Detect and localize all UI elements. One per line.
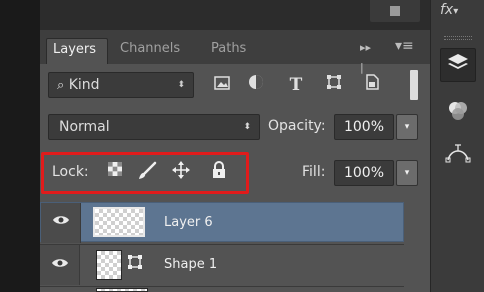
fill-label: Fill: bbox=[302, 164, 326, 180]
top-panel-marker bbox=[390, 6, 400, 16]
layer-name[interactable]: Layer 6 bbox=[164, 215, 213, 230]
workspace-background bbox=[0, 0, 40, 292]
paths-panel-icon[interactable] bbox=[440, 140, 476, 174]
panel-menu-icon[interactable]: ▾≡ bbox=[395, 36, 423, 56]
opacity-label: Opacity: bbox=[268, 118, 326, 134]
filter-toggle-switch[interactable] bbox=[410, 70, 418, 100]
type-filter-icon[interactable]: T bbox=[284, 74, 308, 96]
layer-thumbnail[interactable] bbox=[96, 288, 148, 292]
blend-mode-select[interactable]: Normal ⬍ bbox=[48, 114, 260, 140]
tab-channels[interactable]: Channels bbox=[114, 38, 200, 64]
fx-label: fx bbox=[440, 2, 454, 18]
shape-filter-icon[interactable] bbox=[322, 74, 346, 96]
filter-kind-select[interactable]: ⌕ Kind ⬍ bbox=[48, 72, 194, 98]
visibility-eye-icon[interactable] bbox=[50, 214, 72, 230]
visibility-eye-icon[interactable] bbox=[49, 257, 71, 273]
opacity-input[interactable]: 100% bbox=[334, 114, 394, 140]
channels-panel-icon[interactable] bbox=[440, 98, 476, 132]
layer-row[interactable] bbox=[40, 244, 404, 285]
fx-dropdown-icon: ▾ bbox=[453, 6, 459, 17]
layer-row[interactable] bbox=[40, 286, 404, 292]
layer-name[interactable]: Shape 1 bbox=[164, 257, 217, 272]
image-filter-icon[interactable] bbox=[210, 74, 234, 96]
smart-object-filter-icon[interactable] bbox=[360, 74, 384, 96]
fx-icon[interactable]: fx▾ bbox=[440, 2, 458, 18]
lock-options-highlight bbox=[41, 152, 249, 194]
blend-mode-value: Normal bbox=[59, 119, 110, 135]
collapse-panel-icon[interactable]: ▸▸ | bbox=[360, 38, 378, 74]
layers-panel-icon[interactable] bbox=[440, 48, 476, 82]
filter-kind-label: Kind bbox=[68, 77, 100, 93]
select-arrow-icon: ⬍ bbox=[177, 80, 185, 90]
opacity-slider-button[interactable]: ▾ bbox=[396, 114, 418, 140]
layer-thumbnail[interactable] bbox=[93, 207, 145, 237]
select-arrow-icon: ⬍ bbox=[243, 122, 251, 132]
vector-mask-icon[interactable] bbox=[122, 250, 148, 280]
fill-slider-button[interactable]: ▾ bbox=[396, 160, 418, 186]
fill-input[interactable]: 100% bbox=[334, 160, 394, 186]
layer-thumbnail[interactable] bbox=[96, 250, 122, 280]
tab-paths[interactable]: Paths bbox=[205, 38, 267, 64]
tab-layers[interactable]: Layers bbox=[46, 38, 108, 64]
adjustment-filter-icon[interactable] bbox=[244, 74, 268, 96]
search-icon: ⌕ bbox=[57, 78, 65, 93]
dock-grip[interactable] bbox=[444, 36, 472, 40]
